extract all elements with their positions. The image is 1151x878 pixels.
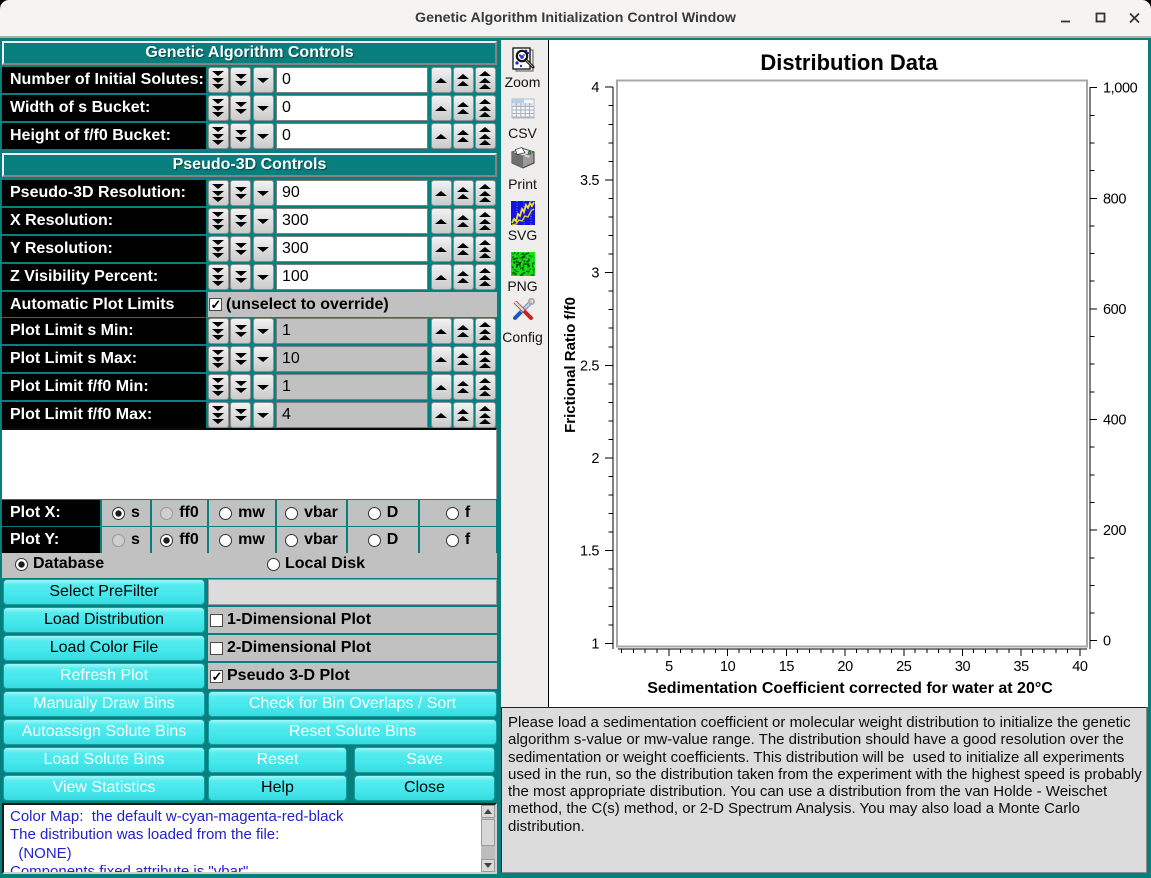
svg-text:2: 2 bbox=[591, 451, 599, 467]
svg-text:10: 10 bbox=[720, 659, 736, 675]
svg-text:15: 15 bbox=[779, 659, 795, 675]
svg-text:1.5: 1.5 bbox=[580, 544, 599, 560]
svg-text:20: 20 bbox=[837, 659, 853, 675]
svg-text:1,000: 1,000 bbox=[1103, 81, 1138, 97]
svg-text:4: 4 bbox=[591, 80, 599, 96]
svg-text:3: 3 bbox=[591, 266, 599, 282]
svg-text:5: 5 bbox=[665, 659, 673, 675]
svg-text:3.5: 3.5 bbox=[580, 173, 599, 189]
svg-text:200: 200 bbox=[1103, 523, 1126, 539]
svg-text:800: 800 bbox=[1103, 191, 1126, 207]
svg-text:25: 25 bbox=[896, 659, 912, 675]
svg-text:35: 35 bbox=[1014, 659, 1030, 675]
svg-text:Sedimentation Coefficient corr: Sedimentation Coefficient corrected for … bbox=[647, 680, 1053, 697]
svg-text:Frictional Ratio f/f0: Frictional Ratio f/f0 bbox=[562, 297, 579, 433]
svg-text:400: 400 bbox=[1103, 413, 1126, 429]
svg-text:600: 600 bbox=[1103, 302, 1126, 318]
svg-text:1: 1 bbox=[591, 636, 599, 652]
svg-text:0: 0 bbox=[1103, 634, 1111, 650]
svg-text:40: 40 bbox=[1072, 659, 1088, 675]
svg-text:Distribution Data: Distribution Data bbox=[760, 50, 938, 75]
svg-text:30: 30 bbox=[955, 659, 971, 675]
svg-text:2.5: 2.5 bbox=[580, 358, 599, 374]
